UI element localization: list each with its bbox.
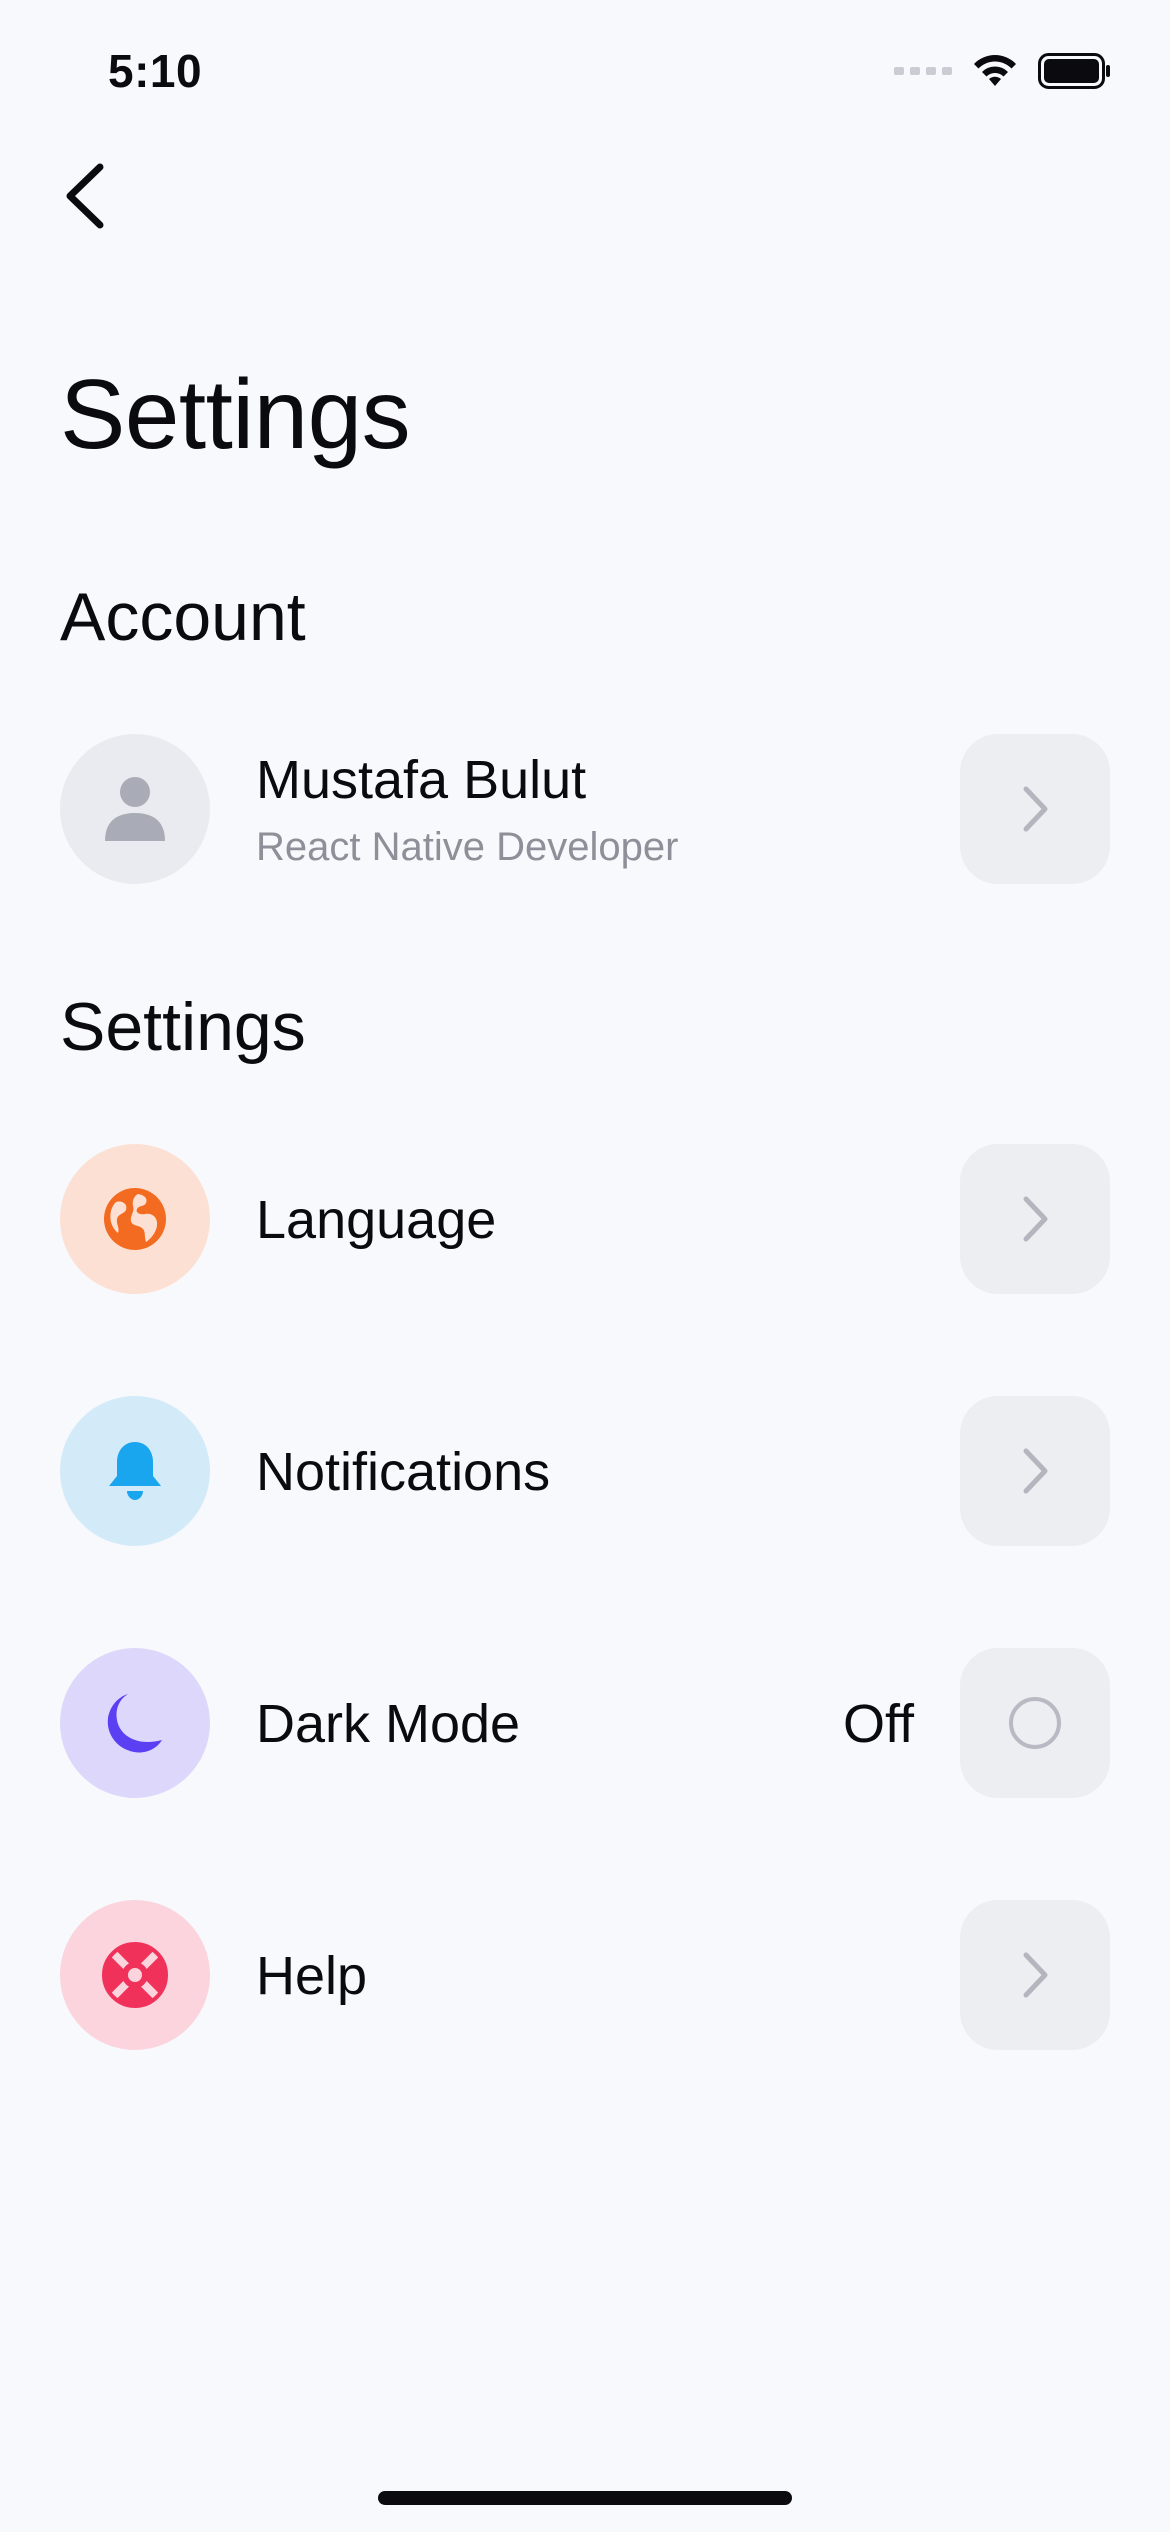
lifebuoy-icon (102, 1942, 168, 2008)
bell-icon (109, 1442, 161, 1500)
chevron-right-icon (1023, 1952, 1048, 1998)
person-icon (105, 777, 165, 841)
settings-item-label: Dark Mode (256, 1694, 521, 1754)
radio-off-icon (1009, 1697, 1061, 1749)
settings-item-label: Notifications (256, 1442, 551, 1502)
settings-item-dark-mode[interactable]: Dark Mode Off (60, 1648, 1110, 1798)
settings-item-label: Help (256, 1946, 368, 2006)
home-indicator (378, 2491, 792, 2505)
status-icons (894, 52, 1112, 90)
avatar (60, 734, 210, 884)
notifications-icon-badge (60, 1396, 210, 1546)
globe-icon (104, 1188, 166, 1250)
profile-open-button[interactable] (960, 734, 1110, 884)
wifi-icon (974, 55, 1016, 86)
profile-role: React Native Developer (256, 825, 679, 869)
notifications-open-button[interactable] (960, 1396, 1110, 1546)
chevron-right-icon (1023, 1448, 1048, 1494)
chevron-right-icon (1023, 1196, 1048, 1242)
status-bar: 5:10 (0, 0, 1170, 150)
status-time: 5:10 (108, 45, 203, 97)
dark-mode-icon-badge (60, 1648, 210, 1798)
settings-item-help[interactable]: Help (60, 1900, 1110, 2050)
page-title: Settings (60, 359, 411, 469)
cellular-signal-icon (894, 67, 952, 75)
back-button[interactable] (52, 160, 116, 232)
profile-row[interactable]: Mustafa Bulut React Native Developer (60, 734, 1110, 884)
dark-mode-value: Off (842, 1694, 914, 1754)
chevron-left-icon (66, 163, 104, 229)
settings-item-label: Language (256, 1190, 497, 1250)
settings-item-notifications[interactable]: Notifications (60, 1396, 1110, 1546)
language-icon-badge (60, 1144, 210, 1294)
moon-icon (107, 1694, 162, 1753)
settings-item-language[interactable]: Language (60, 1144, 1110, 1294)
help-icon-badge (60, 1900, 210, 2050)
profile-name: Mustafa Bulut (256, 750, 587, 810)
settings-section-title: Settings (60, 989, 306, 1065)
chevron-right-icon (1023, 786, 1048, 832)
battery-icon (1038, 53, 1110, 89)
dark-mode-toggle[interactable] (960, 1648, 1110, 1798)
language-open-button[interactable] (960, 1144, 1110, 1294)
account-section-title: Account (60, 579, 306, 655)
help-open-button[interactable] (960, 1900, 1110, 2050)
